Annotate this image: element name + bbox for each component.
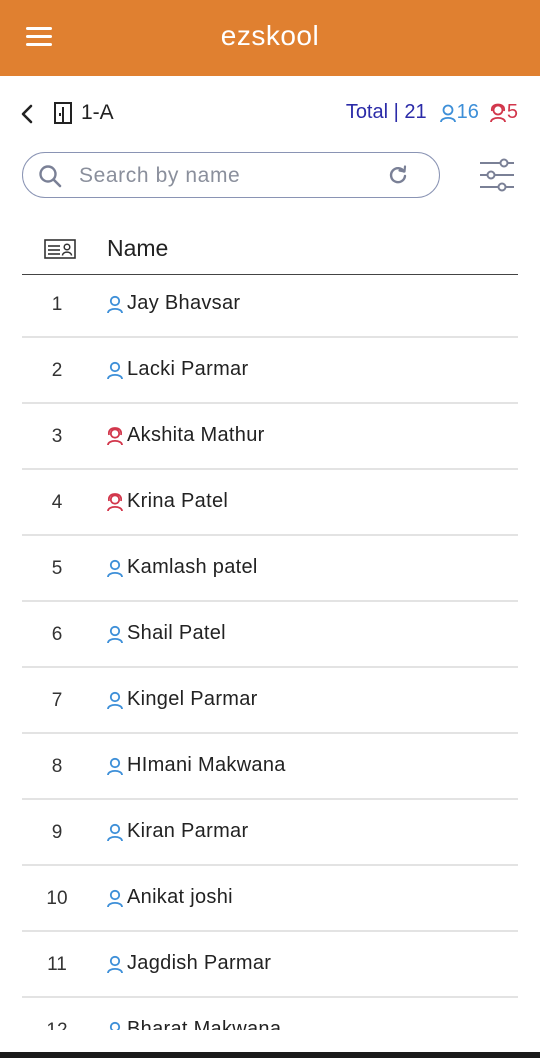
student-name: Akshita Mathur [127, 424, 265, 446]
student-row[interactable]: 8 HImani Makwana [22, 736, 518, 800]
male-student-icon [107, 955, 123, 974]
search-box [22, 152, 440, 198]
roll-number: 3 [51, 426, 63, 447]
student-name: Bharat Makwana [127, 1018, 282, 1030]
student-row[interactable]: 12 Bharat Makwana [22, 1000, 518, 1030]
male-student-icon [107, 559, 123, 578]
student-totals: Total | 21 16 5 [346, 101, 518, 124]
search-icon [39, 165, 62, 188]
roll-number: 11 [47, 954, 67, 975]
student-name: Kiran Parmar [127, 820, 249, 842]
back-arrow-icon[interactable] [18, 102, 38, 126]
bottom-edge [0, 1052, 540, 1058]
student-name: Jagdish Parmar [127, 952, 272, 974]
male-count-badge: 16 [439, 101, 479, 124]
roll-number: 8 [51, 756, 63, 777]
total-count: Total | 21 [345, 101, 427, 123]
column-header-name: Name [107, 235, 169, 261]
student-name: Kamlash patel [127, 556, 258, 578]
refresh-icon[interactable] [387, 164, 409, 186]
male-student-icon [107, 361, 123, 380]
roll-number: 9 [51, 822, 63, 843]
student-row[interactable]: 10 Anikat joshi [22, 868, 518, 932]
id-card-icon [44, 239, 76, 259]
male-student-icon [107, 691, 123, 710]
roll-number: 2 [51, 360, 63, 381]
student-row[interactable]: 7 Kingel Parmar [22, 670, 518, 734]
student-name: Krina Patel [127, 490, 229, 512]
student-name: Anikat joshi [127, 886, 233, 908]
female-count: 5 [506, 101, 518, 123]
roll-number: 4 [51, 492, 63, 513]
app-bar: ezskool [0, 0, 540, 76]
student-name: Lacki Parmar [127, 358, 249, 380]
search-input[interactable] [77, 161, 381, 191]
class-bar: 1-A Total | 21 16 5 [0, 94, 540, 134]
roll-number: 1 [51, 294, 63, 315]
female-student-icon [489, 103, 506, 122]
filter-sliders-icon[interactable] [478, 156, 516, 194]
student-row[interactable]: 4 Krina Patel [22, 472, 518, 536]
male-student-icon [107, 625, 123, 644]
student-name: Kingel Parmar [127, 688, 258, 710]
male-student-icon [107, 757, 123, 776]
roll-number: 6 [51, 624, 63, 645]
student-name: Shail Patel [127, 622, 226, 644]
student-row[interactable]: 11 Jagdish Parmar [22, 934, 518, 998]
class-name: 1-A [81, 101, 114, 124]
male-student-icon [439, 104, 456, 122]
male-student-icon [107, 295, 123, 314]
roll-number: 7 [51, 690, 63, 711]
female-count-badge: 5 [489, 101, 518, 124]
app-title: ezskool [220, 20, 320, 51]
student-row[interactable]: 1 Jay Bhavsar [22, 274, 518, 338]
male-student-icon [107, 823, 123, 842]
student-row[interactable]: 2 Lacki Parmar [22, 340, 518, 404]
male-count: 16 [456, 101, 479, 123]
student-row[interactable]: 9 Kiran Parmar [22, 802, 518, 866]
student-row[interactable]: 5 Kamlash patel [22, 538, 518, 602]
student-row[interactable]: 3 Akshita Mathur [22, 406, 518, 470]
female-student-icon [107, 427, 123, 446]
male-student-icon [109, 1021, 121, 1030]
table-header: Name [22, 226, 518, 275]
student-name: HImani Makwana [127, 754, 286, 776]
student-name: Jay Bhavsar [127, 292, 241, 314]
student-list: 1 Jay Bhavsar 2 Lacki Parmar 3 Akshita Mathur… [22, 274, 518, 1030]
student-row[interactable]: 6 Shail Patel [22, 604, 518, 668]
female-student-icon [107, 493, 123, 512]
roll-number: 10 [46, 888, 68, 909]
classroom-door-icon [54, 102, 72, 124]
roll-number: 5 [51, 558, 63, 579]
male-student-icon [107, 889, 123, 908]
roll-number: 12 [22, 1020, 92, 1030]
